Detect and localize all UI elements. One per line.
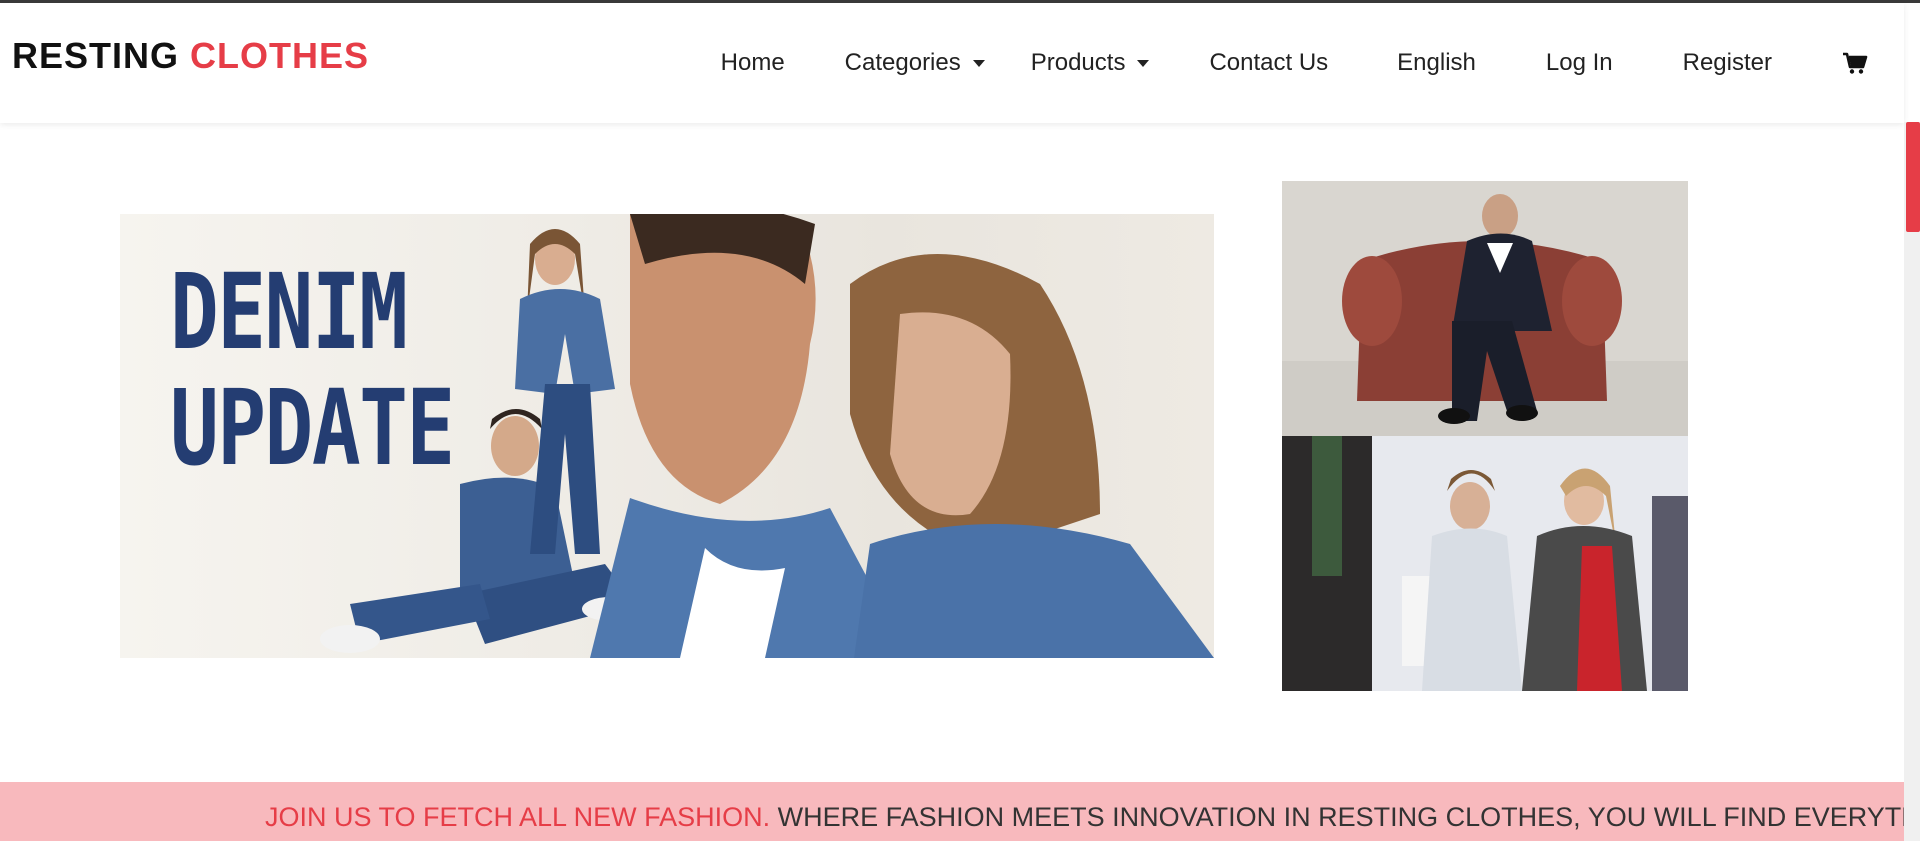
marquee-highlight: JOIN US TO FETCH ALL NEW FASHION. [265,802,771,832]
marquee-body: WHERE FASHION MEETS INNOVATION IN RESTIN… [770,802,1904,832]
nav-categories[interactable]: Categories [845,49,985,77]
caret-down-icon [972,59,985,67]
logo-part-2: CLOTHES [190,35,370,76]
hero-title-line1: DENIM [170,251,408,373]
nav-home[interactable]: Home [721,49,785,77]
hero-title-line2: UPDATE [170,367,455,489]
site-logo[interactable]: RESTING CLOTHES [12,35,369,77]
shopping-cart-icon[interactable] [1842,51,1868,75]
nav-categories-label: Categories [844,49,961,76]
nav-language[interactable]: English [1397,49,1476,77]
main-nav: Home Categories Products Contact Us Engl… [721,3,1868,123]
nav-register[interactable]: Register [1683,49,1772,77]
marquee-text: JOIN US TO FETCH ALL NEW FASHION. WHERE … [265,802,1904,833]
shopping-illustration [1282,436,1688,691]
armchair-illustration [1282,181,1688,436]
nav-products-label: Products [1030,49,1126,76]
site-header: RESTING CLOTHES Home Categories Products… [0,3,1904,123]
scrollbar-thumb[interactable] [1906,122,1920,232]
caret-down-icon [1137,59,1150,67]
nav-products[interactable]: Products [1031,49,1150,77]
promo-image-man-in-armchair[interactable] [1282,181,1688,436]
promo-image-shopping-women[interactable] [1282,436,1688,691]
nav-login[interactable]: Log In [1546,49,1613,77]
logo-part-1: RESTING [12,35,191,76]
announcement-marquee: JOIN US TO FETCH ALL NEW FASHION. WHERE … [0,782,1904,841]
hero-banner-denim-update[interactable]: DENIM UPDATE [120,214,1214,658]
hero-title: DENIM UPDATE [170,251,455,489]
nav-contact[interactable]: Contact Us [1209,49,1328,77]
